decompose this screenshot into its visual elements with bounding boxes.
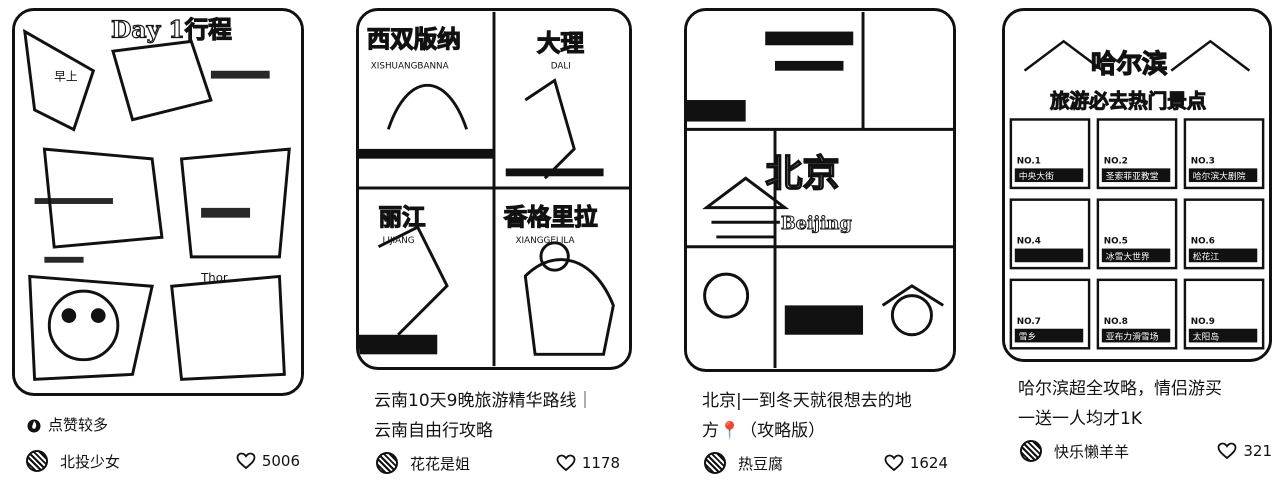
thumb-text-xianggelila: 香格里拉 (504, 203, 598, 231)
note-card-2[interactable]: 西双版纳 大理 丽江 香格里拉 XISHUANGBANNA DALI LIJIA… (356, 0, 656, 486)
like-button[interactable]: 321 (1217, 442, 1272, 460)
thumb-text-harbin: 哈尔滨 (1091, 49, 1168, 79)
thumb-rank: NO.4 (1017, 237, 1041, 247)
author-name[interactable]: 热豆腐 (738, 453, 884, 474)
note-thumbnail-4[interactable]: 哈尔滨 旅游必去热门景点 NO.1 NO.2 NO.3 NO.4 NO.5 NO… (1002, 8, 1272, 362)
heart-icon (556, 454, 576, 472)
avatar[interactable] (704, 452, 726, 474)
thumb-rank: NO.1 (1017, 156, 1041, 166)
title-line: 云南10天9晚旅游精华路线｜ (374, 391, 594, 411)
title-line: 哈尔滨超全攻略，情侣游买 (1018, 379, 1222, 399)
title-line: 方📍（攻略版） (702, 421, 826, 441)
thumb-rank: NO.5 (1104, 237, 1128, 247)
thumbnail-image-4: 哈尔滨 旅游必去热门景点 NO.1 NO.2 NO.3 NO.4 NO.5 NO… (1005, 11, 1269, 359)
title-line: 北京|一到冬天就很想去的地 (702, 391, 912, 411)
avatar[interactable] (26, 450, 48, 472)
like-button[interactable]: 1624 (884, 454, 948, 472)
thumb-spot: 哈尔滨大剧院 (1193, 170, 1246, 182)
thumb-rank: NO.7 (1017, 317, 1041, 327)
title-line: 一送一人均才1K (1018, 409, 1142, 429)
hot-badge: 点赞较多 (26, 414, 108, 435)
thumb-text-dali: 大理 (537, 29, 584, 57)
thumb-spot: 雪乡 (1019, 331, 1037, 342)
title-line: 云南自由行攻略 (374, 421, 493, 441)
card-meta-1: 北投少女 5006 (26, 450, 314, 472)
thumb-text-morning: 早上 (54, 70, 78, 84)
thumb-text-xishuangbanna: 西双版纳 (367, 25, 461, 53)
note-title-4[interactable]: 哈尔滨超全攻略，情侣游买 一送一人均才1K (1018, 374, 1280, 434)
heart-icon (236, 452, 256, 470)
thumbnail-image-1: Day 1行程 早上 Thor (15, 11, 301, 393)
card-meta-3: 热豆腐 1624 (704, 452, 962, 474)
note-thumbnail-1[interactable]: Day 1行程 早上 Thor (12, 8, 304, 396)
flame-icon (27, 419, 41, 432)
thumb-spot: 圣索菲亚教堂 (1106, 170, 1159, 182)
thumb-spot: 中央大街 (1019, 170, 1054, 182)
like-count: 1178 (581, 454, 620, 472)
thumb-text-xishuangbanna-en: XISHUANGBANNA (371, 62, 449, 72)
author-name[interactable]: 花花是姐 (410, 453, 556, 474)
hot-badge-label: 点赞较多 (48, 416, 109, 434)
thumb-spot: 冰雪大世界 (1106, 250, 1150, 262)
thumb-rank: NO.3 (1191, 156, 1215, 166)
like-count: 1624 (909, 454, 948, 472)
thumb-spot: 松花江 (1193, 250, 1220, 262)
avatar[interactable] (376, 452, 398, 474)
thumb-rank: NO.8 (1104, 317, 1128, 327)
thumb-spot: 太阳岛 (1193, 330, 1220, 342)
thumb-text-day1: Day 1行程 (111, 15, 232, 43)
note-thumbnail-2[interactable]: 西双版纳 大理 丽江 香格里拉 XISHUANGBANNA DALI LIJIA… (356, 8, 632, 370)
thumb-text-beijing-en: Beijing (781, 213, 852, 234)
author-name[interactable]: 北投少女 (60, 451, 236, 472)
note-title-3[interactable]: 北京|一到冬天就很想去的地 方📍（攻略版） (702, 386, 992, 446)
thumb-text-dali-en: DALI (551, 62, 571, 72)
thumb-text-xianggelila-en: XIANGGELILA (516, 236, 575, 246)
card-meta-4: 快乐懒羊羊 321 (1020, 440, 1280, 462)
thumb-text-lijiang-en: LIJIANG (382, 236, 414, 246)
thumb-text-lijiang: 丽江 (379, 203, 426, 231)
heart-icon (884, 454, 904, 472)
like-count: 5006 (261, 452, 300, 470)
heart-icon (1217, 442, 1237, 460)
thumb-rank: NO.6 (1191, 237, 1215, 247)
like-count: 321 (1243, 442, 1272, 460)
note-thumbnail-3[interactable]: 北京 Beijing (684, 8, 956, 372)
thumb-text-subtitle: 旅游必去热门景点 (1050, 90, 1207, 113)
note-card-1[interactable]: Day 1行程 早上 Thor 点赞较多 北投少女 5006 (12, 0, 312, 486)
thumb-rank: NO.9 (1191, 317, 1215, 327)
thumbnail-image-2: 西双版纳 大理 丽江 香格里拉 XISHUANGBANNA DALI LIJIA… (359, 11, 629, 367)
avatar[interactable] (1020, 440, 1042, 462)
thumb-text-beijing: 北京 (765, 151, 839, 195)
like-button[interactable]: 5006 (236, 452, 300, 470)
note-card-3[interactable]: 北京 Beijing 北京|一到冬天就很想去的地 方📍（攻略版） 热豆腐 162… (684, 0, 984, 486)
card-meta-2: 花花是姐 1178 (376, 452, 634, 474)
note-title-2[interactable]: 云南10天9晚旅游精华路线｜ 云南自由行攻略 (374, 386, 664, 446)
thumb-spot: 亚布力滑雪场 (1106, 330, 1159, 342)
thumb-text-thor: Thor (200, 270, 228, 284)
note-card-4[interactable]: 哈尔滨 旅游必去热门景点 NO.1 NO.2 NO.3 NO.4 NO.5 NO… (1002, 0, 1280, 486)
thumbnail-image-3: 北京 Beijing (687, 12, 953, 368)
like-button[interactable]: 1178 (556, 454, 620, 472)
author-name[interactable]: 快乐懒羊羊 (1054, 441, 1217, 462)
thumb-rank: NO.2 (1104, 156, 1128, 166)
